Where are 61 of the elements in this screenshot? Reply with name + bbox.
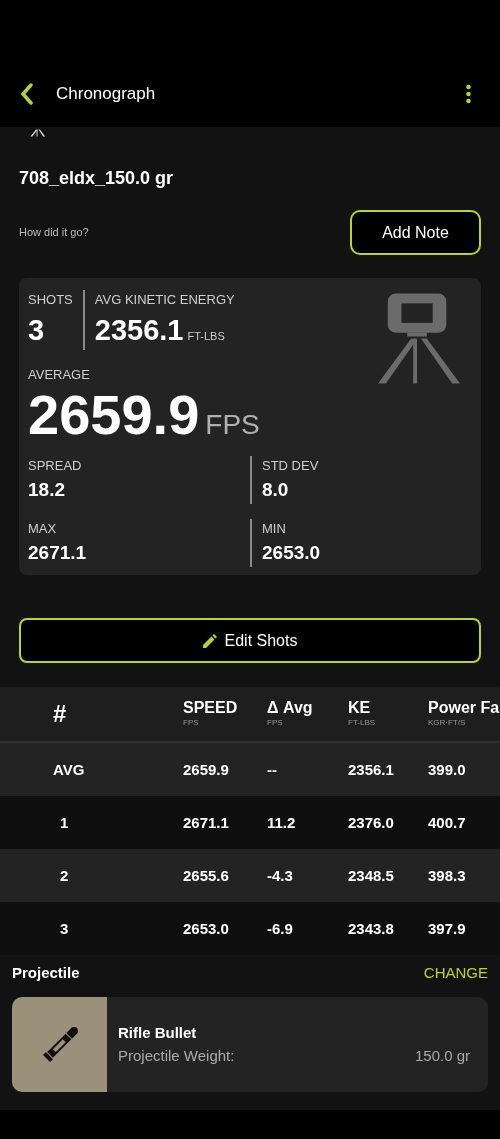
table-cell: 2653.0	[183, 919, 229, 937]
add-note-button[interactable]: Add Note	[350, 210, 481, 255]
table-cell: 2655.6	[183, 866, 229, 884]
energy-unit: FT-LBS	[187, 328, 225, 344]
table-cell: 2	[60, 866, 69, 884]
stat-label: SHOTS	[28, 291, 73, 309]
stat-label: AVERAGE	[28, 365, 91, 384]
table-cell: 399.0	[428, 760, 466, 778]
more-icon	[465, 83, 471, 104]
energy-value: 2356.1	[94, 312, 184, 348]
shots-count: 3	[28, 312, 46, 348]
projectile-card[interactable]: Rifle Bullet Projectile Weight: 150.0 gr	[12, 997, 488, 1092]
app-bar-title: Chronograph	[56, 82, 156, 105]
stat-label: AVG KINETIC ENERGY	[94, 291, 235, 309]
projectile-name: Rifle Bullet	[118, 1023, 198, 1043]
table-cell: 2659.9	[183, 760, 229, 778]
weight-label: Projectile Weight:	[118, 1045, 235, 1066]
section-heading: Projectile	[12, 962, 80, 983]
table-cell: 2376.0	[348, 813, 394, 831]
stat-label: SPREAD	[28, 457, 83, 475]
average-unit: FPS	[205, 408, 260, 442]
column-unit: FPS	[183, 717, 200, 729]
chronograph-icon	[378, 293, 460, 384]
stat-value: 18.2	[28, 477, 66, 502]
table-cell: 2356.1	[348, 760, 394, 778]
stat-label: MIN	[262, 520, 287, 538]
table-cell: -6.9	[267, 919, 293, 937]
stat-value: 8.0	[262, 477, 290, 502]
prompt-text: How did it go?	[19, 225, 89, 241]
column-header: Δ Avg	[267, 699, 314, 717]
column-header: Power Fa	[428, 699, 500, 717]
average-value: 2659.9	[28, 386, 200, 444]
tripod-icon	[28, 127, 48, 139]
edit-shots-button[interactable]: Edit Shots	[19, 618, 481, 663]
table-cell: 1	[60, 813, 69, 831]
table-cell: AVG	[53, 760, 85, 778]
table-cell: 2348.5	[348, 866, 394, 884]
column-unit: KGR·FT/S	[428, 717, 467, 729]
column-header: SPEED	[183, 699, 239, 717]
stat-label: STD DEV	[262, 457, 320, 475]
table-cell: 2671.1	[183, 813, 229, 831]
back-icon	[20, 82, 34, 105]
table-cell: -4.3	[267, 866, 293, 884]
table-cell: 11.2	[267, 813, 296, 831]
table-cell: --	[267, 760, 277, 778]
stat-value: 2653.0	[262, 540, 322, 565]
pencil-icon	[202, 633, 217, 648]
column-unit: FT-LBS	[348, 717, 377, 729]
stat-label: MAX	[28, 520, 58, 538]
column-header: #	[53, 699, 68, 729]
table-cell: 398.3	[428, 866, 466, 884]
stat-value: 2671.1	[28, 540, 88, 565]
weight-value: 150.0 gr	[414, 1045, 470, 1066]
table-cell: 3	[60, 919, 69, 937]
column-header: KE	[348, 699, 372, 717]
table-cell: 400.7	[428, 813, 466, 831]
table-cell: 397.9	[428, 919, 466, 937]
table-cell: 2343.8	[348, 919, 394, 937]
column-unit: FPS	[267, 717, 284, 729]
session-title: 708_eldx_150.0 gr	[19, 167, 175, 190]
change-link[interactable]: CHANGE	[423, 961, 488, 985]
